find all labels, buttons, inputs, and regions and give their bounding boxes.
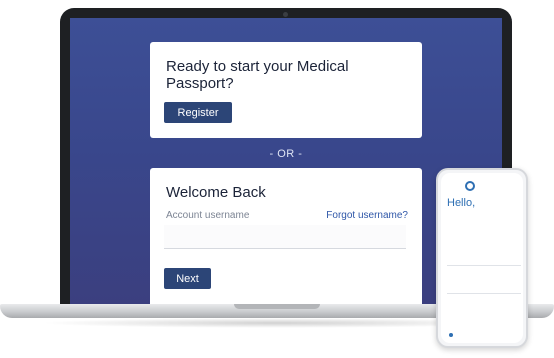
phone-logo-icon — [465, 181, 475, 191]
login-heading: Welcome Back — [166, 184, 266, 201]
camera-dot — [283, 12, 288, 17]
next-button[interactable]: Next — [164, 268, 211, 289]
phone-greeting: Hello, — [447, 197, 476, 209]
phone: Hello, — [436, 168, 528, 348]
phone-screen: Hello, — [441, 173, 523, 343]
phone-input-line[interactable] — [447, 265, 521, 266]
or-divider: - OR - — [269, 148, 303, 160]
register-button[interactable]: Register — [164, 102, 232, 123]
username-label: Account username — [166, 210, 250, 221]
username-input[interactable] — [164, 225, 406, 249]
laptop-notch — [234, 304, 320, 309]
phone-radio-icon[interactable] — [449, 333, 453, 337]
register-card: Ready to start your Medical Passport? Re… — [150, 42, 422, 138]
phone-input-line[interactable] — [447, 293, 521, 294]
register-heading: Ready to start your Medical Passport? — [166, 58, 349, 92]
login-card: Welcome Back Account username Forgot use… — [150, 168, 422, 304]
forgot-username-link[interactable]: Forgot username? — [326, 210, 408, 221]
